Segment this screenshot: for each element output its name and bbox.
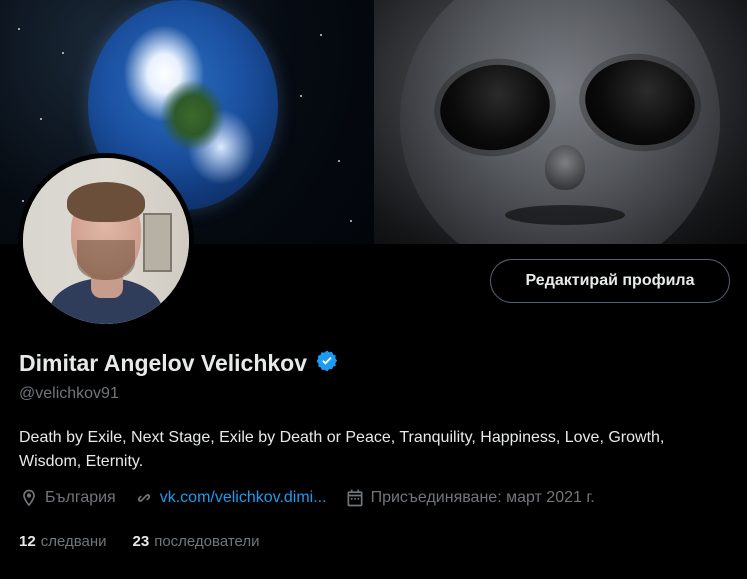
profile-bio: Death by Exile, Next Stage, Exile by Dea…: [19, 429, 665, 470]
profile-counts: 12 следвани 23 последователи: [19, 533, 260, 550]
profile-handle: @velichkov91: [19, 385, 119, 402]
following-count: 12: [19, 533, 36, 550]
location-meta: България: [19, 488, 116, 508]
edit-profile-button[interactable]: Редактирай профила: [490, 259, 730, 303]
verified-badge-icon[interactable]: [315, 349, 339, 378]
website-link[interactable]: vk.com/velichkov.dimi...: [160, 489, 327, 507]
avatar-photo: [23, 158, 189, 324]
followers-count: 23: [132, 533, 150, 550]
location-text: България: [45, 489, 116, 506]
alien-nose: [545, 145, 585, 190]
following-count-link[interactable]: 12 следвани: [19, 533, 107, 550]
profile-name-row: Dimitar Angelov Velichkov: [19, 349, 339, 378]
calendar-icon: [347, 489, 363, 507]
following-label: следвани: [40, 533, 107, 550]
joined-text: Присъединяване: март 2021 г.: [370, 489, 595, 506]
profile-meta: България vk.com/velichkov.dimi... Присъе…: [19, 488, 595, 508]
profile-avatar[interactable]: [18, 153, 194, 329]
link-icon: [137, 494, 150, 502]
profile-display-name: Dimitar Angelov Velichkov: [19, 350, 308, 376]
joined-meta: Присъединяване: март 2021 г.: [345, 488, 595, 508]
location-pin-icon: [23, 489, 35, 507]
alien-mouth: [505, 205, 625, 225]
followers-count-link[interactable]: 23 последователи: [133, 533, 260, 550]
website-meta[interactable]: vk.com/velichkov.dimi...: [134, 488, 327, 508]
followers-label: последователи: [154, 533, 260, 550]
